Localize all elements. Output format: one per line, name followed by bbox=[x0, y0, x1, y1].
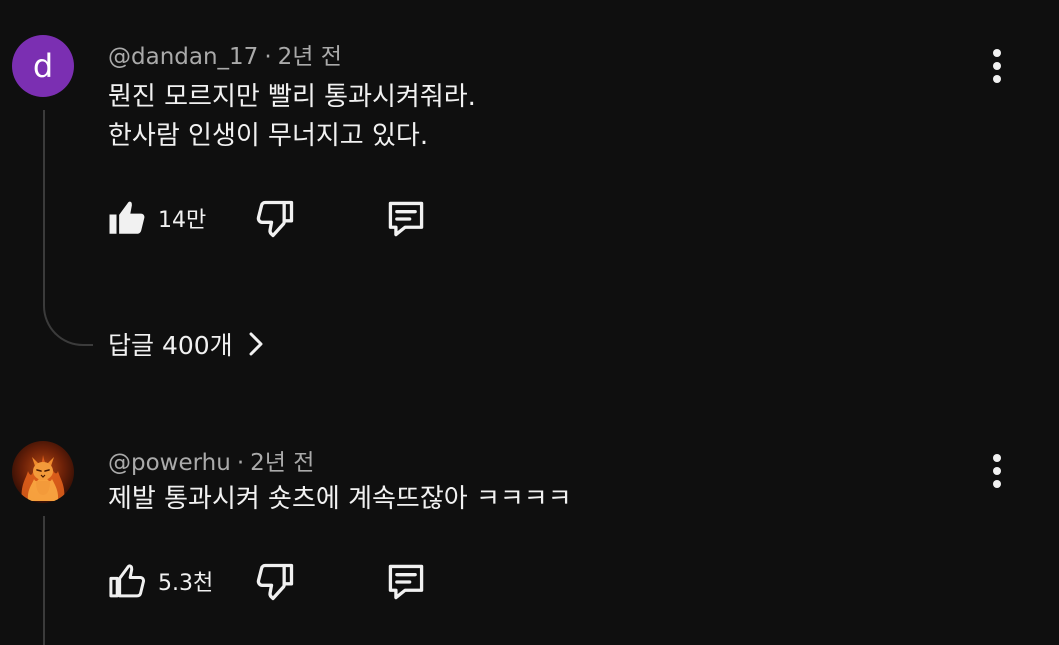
comment-line: 한사람 인생이 무너지고 있다. bbox=[108, 121, 429, 151]
thumbs-down-icon bbox=[256, 200, 294, 238]
chevron-right-icon bbox=[249, 332, 263, 356]
thread-connector bbox=[43, 300, 93, 346]
replies-label: 답글 400개 bbox=[108, 331, 233, 360]
avatar-letter: d bbox=[32, 47, 54, 85]
thread-line bbox=[43, 110, 45, 302]
comment-icon bbox=[388, 201, 424, 237]
like-button[interactable]: 5.3천 bbox=[106, 560, 213, 602]
more-pip bbox=[993, 480, 1001, 488]
avatar[interactable] bbox=[12, 441, 74, 503]
more-pip bbox=[993, 467, 1001, 475]
comment-icon bbox=[388, 564, 424, 600]
comment-author[interactable]: @powerhu bbox=[108, 450, 231, 476]
view-replies-button[interactable]: 답글 400개 bbox=[108, 326, 265, 362]
thumbs-up-icon bbox=[109, 201, 145, 234]
thumbs-up-icon bbox=[109, 564, 146, 598]
thumbs-down-icon bbox=[256, 563, 294, 601]
more-pip bbox=[993, 75, 1001, 83]
comment-time[interactable]: 2년 전 bbox=[278, 44, 342, 70]
comment-time[interactable]: 2년 전 bbox=[250, 450, 314, 476]
meta-separator: · bbox=[264, 44, 272, 70]
comment-body: 뭔진 모르지만 빨리 통과시켜줘라. 한사람 인생이 무너지고 있다. bbox=[108, 78, 476, 156]
more-vertical-icon bbox=[993, 454, 1001, 462]
comment-body: 제발 통과시켜 숏츠에 계속뜨잖아 ㅋㅋㅋㅋ bbox=[108, 480, 572, 519]
like-count: 14만 bbox=[158, 208, 207, 233]
like-count: 5.3천 bbox=[158, 571, 214, 596]
more-options-button[interactable] bbox=[980, 451, 1014, 491]
reply-button[interactable] bbox=[383, 560, 429, 604]
comment-line: 제발 통과시켜 숏츠에 계속뜨잖아 ㅋㅋㅋㅋ bbox=[108, 484, 572, 514]
comment-meta: @powerhu · 2년 전 bbox=[108, 443, 314, 477]
comment-author[interactable]: @dandan_17 bbox=[108, 44, 258, 70]
reply-button[interactable] bbox=[383, 197, 429, 241]
flaming-cat-avatar-image bbox=[21, 455, 65, 501]
avatar[interactable]: d bbox=[12, 35, 74, 97]
meta-separator: · bbox=[236, 450, 245, 476]
more-options-button[interactable] bbox=[980, 46, 1014, 86]
like-button[interactable]: 14만 bbox=[106, 197, 206, 239]
dislike-button[interactable] bbox=[253, 197, 297, 241]
more-pip bbox=[993, 62, 1001, 70]
dislike-button[interactable] bbox=[253, 560, 297, 604]
comment-line: 뭔진 모르지만 빨리 통과시켜줘라. bbox=[108, 82, 476, 112]
comment-meta: @dandan_17 · 2년 전 bbox=[108, 37, 342, 71]
more-vertical-icon bbox=[993, 49, 1001, 57]
thread-line bbox=[43, 516, 45, 645]
